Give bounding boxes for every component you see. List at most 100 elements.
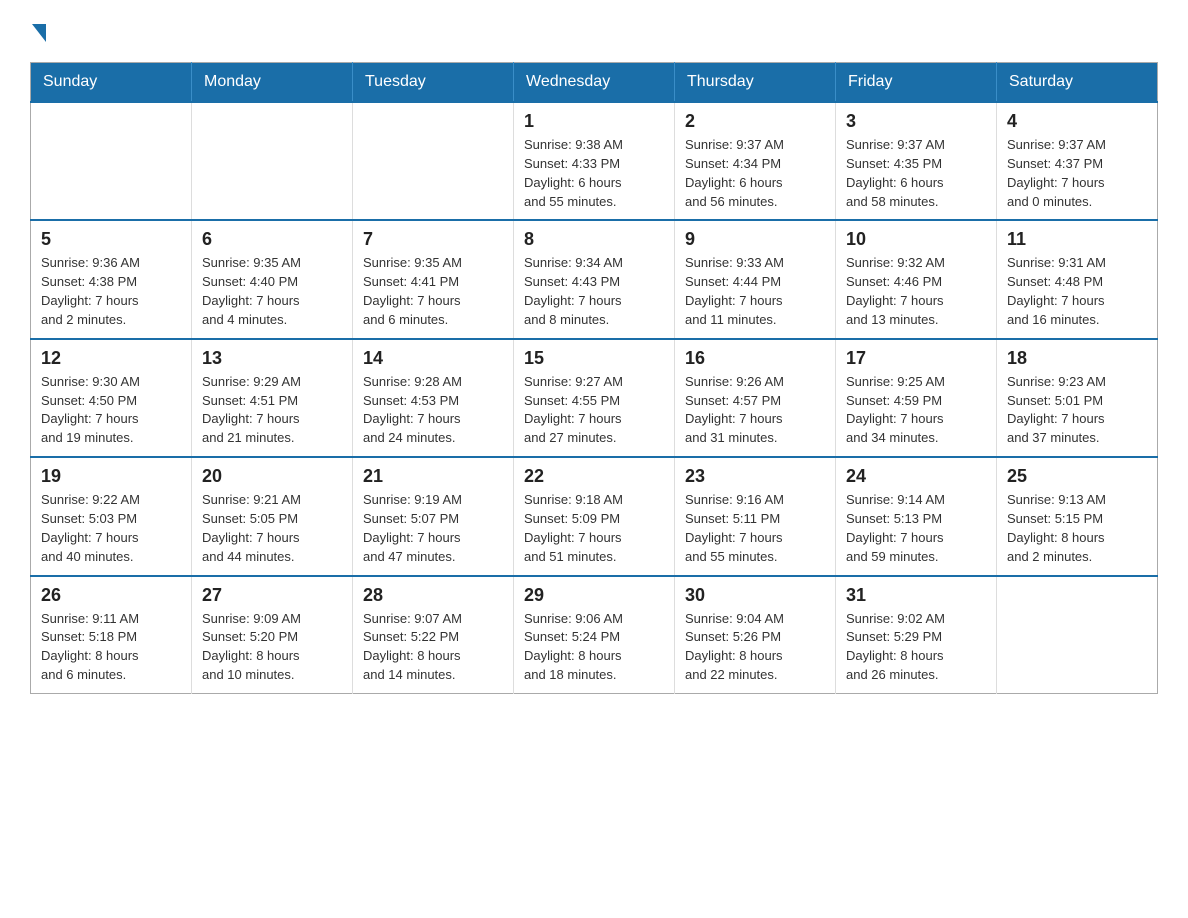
day-info: Sunrise: 9:33 AMSunset: 4:44 PMDaylight:… — [685, 254, 825, 329]
weekday-header-row: SundayMondayTuesdayWednesdayThursdayFrid… — [31, 63, 1158, 103]
day-info: Sunrise: 9:28 AMSunset: 4:53 PMDaylight:… — [363, 373, 503, 448]
calendar-day-25: 25 Sunrise: 9:13 AMSunset: 5:15 PMDayligh… — [997, 457, 1158, 575]
calendar-day-6: 6 Sunrise: 9:35 AMSunset: 4:40 PMDaylight… — [192, 220, 353, 338]
calendar-day-8: 8Sunrise: 9:34 AMSunset: 4:43 PMDaylight… — [514, 220, 675, 338]
day-info: Sunrise: 9:02 AMSunset: 5:29 PMDaylight:… — [846, 610, 986, 685]
weekday-header-sunday: Sunday — [31, 63, 192, 103]
day-info: Sunrise: 9:13 AMSunset: 5:15 PMDaylight:… — [1007, 491, 1147, 566]
day-info: Sunrise: 9:31 AMSunset: 4:48 PMDaylight:… — [1007, 254, 1147, 329]
calendar-day-30: 30 Sunrise: 9:04 AMSunset: 5:26 PMDayligh… — [675, 576, 836, 694]
calendar-day-28: 28 Sunrise: 9:07 AMSunset: 5:22 PMDayligh… — [353, 576, 514, 694]
calendar-day-20: 20 Sunrise: 9:21 AMSunset: 5:05 PMDayligh… — [192, 457, 353, 575]
day-number: 2 — [685, 111, 825, 132]
calendar-empty-cell — [192, 102, 353, 220]
weekday-header-monday: Monday — [192, 63, 353, 103]
calendar-day-9: 9 Sunrise: 9:33 AMSunset: 4:44 PMDaylight… — [675, 220, 836, 338]
calendar-day-19: 19Sunrise: 9:22 AMSunset: 5:03 PMDayligh… — [31, 457, 192, 575]
calendar-empty-cell — [31, 102, 192, 220]
calendar-week-row: 12 Sunrise: 9:30 AMSunset: 4:50 PMDayligh… — [31, 339, 1158, 457]
day-info: Sunrise: 9:38 AMSunset: 4:33 PMDaylight:… — [524, 136, 664, 211]
calendar-day-3: 3 Sunrise: 9:37 AMSunset: 4:35 PMDaylight… — [836, 102, 997, 220]
day-number: 16 — [685, 348, 825, 369]
day-info: Sunrise: 9:35 AMSunset: 4:40 PMDaylight:… — [202, 254, 342, 329]
calendar-week-row: 19Sunrise: 9:22 AMSunset: 5:03 PMDayligh… — [31, 457, 1158, 575]
day-number: 6 — [202, 229, 342, 250]
day-info: Sunrise: 9:37 AMSunset: 4:34 PMDaylight:… — [685, 136, 825, 211]
day-number: 4 — [1007, 111, 1147, 132]
day-info: Sunrise: 9:23 AMSunset: 5:01 PMDaylight:… — [1007, 373, 1147, 448]
calendar-day-12: 12 Sunrise: 9:30 AMSunset: 4:50 PMDayligh… — [31, 339, 192, 457]
day-info: Sunrise: 9:04 AMSunset: 5:26 PMDaylight:… — [685, 610, 825, 685]
calendar-day-17: 17Sunrise: 9:25 AMSunset: 4:59 PMDayligh… — [836, 339, 997, 457]
day-info: Sunrise: 9:14 AMSunset: 5:13 PMDaylight:… — [846, 491, 986, 566]
day-info: Sunrise: 9:09 AMSunset: 5:20 PMDaylight:… — [202, 610, 342, 685]
day-info: Sunrise: 9:26 AMSunset: 4:57 PMDaylight:… — [685, 373, 825, 448]
page-header — [30, 20, 1158, 42]
day-number: 30 — [685, 585, 825, 606]
day-number: 8 — [524, 229, 664, 250]
calendar-day-7: 7Sunrise: 9:35 AMSunset: 4:41 PMDaylight… — [353, 220, 514, 338]
calendar-day-5: 5 Sunrise: 9:36 AMSunset: 4:38 PMDaylight… — [31, 220, 192, 338]
calendar-day-1: 1Sunrise: 9:38 AMSunset: 4:33 PMDaylight… — [514, 102, 675, 220]
calendar-empty-cell — [997, 576, 1158, 694]
calendar-day-23: 23 Sunrise: 9:16 AMSunset: 5:11 PMDayligh… — [675, 457, 836, 575]
calendar-day-22: 22Sunrise: 9:18 AMSunset: 5:09 PMDayligh… — [514, 457, 675, 575]
day-number: 9 — [685, 229, 825, 250]
calendar-day-15: 15 Sunrise: 9:27 AMSunset: 4:55 PMDayligh… — [514, 339, 675, 457]
day-number: 12 — [41, 348, 181, 369]
weekday-header-tuesday: Tuesday — [353, 63, 514, 103]
day-number: 20 — [202, 466, 342, 487]
day-info: Sunrise: 9:37 AMSunset: 4:35 PMDaylight:… — [846, 136, 986, 211]
day-info: Sunrise: 9:22 AMSunset: 5:03 PMDaylight:… — [41, 491, 181, 566]
day-number: 3 — [846, 111, 986, 132]
day-number: 26 — [41, 585, 181, 606]
day-number: 22 — [524, 466, 664, 487]
logo — [30, 20, 46, 42]
day-number: 5 — [41, 229, 181, 250]
day-number: 15 — [524, 348, 664, 369]
day-number: 29 — [524, 585, 664, 606]
day-info: Sunrise: 9:36 AMSunset: 4:38 PMDaylight:… — [41, 254, 181, 329]
calendar-day-31: 31 Sunrise: 9:02 AMSunset: 5:29 PMDayligh… — [836, 576, 997, 694]
calendar-table: SundayMondayTuesdayWednesdayThursdayFrid… — [30, 62, 1158, 694]
day-number: 25 — [1007, 466, 1147, 487]
day-info: Sunrise: 9:11 AMSunset: 5:18 PMDaylight:… — [41, 610, 181, 685]
day-info: Sunrise: 9:29 AMSunset: 4:51 PMDaylight:… — [202, 373, 342, 448]
calendar-day-14: 14 Sunrise: 9:28 AMSunset: 4:53 PMDayligh… — [353, 339, 514, 457]
calendar-day-24: 24 Sunrise: 9:14 AMSunset: 5:13 PMDayligh… — [836, 457, 997, 575]
calendar-week-row: 5 Sunrise: 9:36 AMSunset: 4:38 PMDaylight… — [31, 220, 1158, 338]
calendar-day-26: 26 Sunrise: 9:11 AMSunset: 5:18 PMDayligh… — [31, 576, 192, 694]
day-number: 18 — [1007, 348, 1147, 369]
day-info: Sunrise: 9:30 AMSunset: 4:50 PMDaylight:… — [41, 373, 181, 448]
calendar-day-18: 18 Sunrise: 9:23 AMSunset: 5:01 PMDayligh… — [997, 339, 1158, 457]
day-number: 10 — [846, 229, 986, 250]
day-number: 31 — [846, 585, 986, 606]
calendar-empty-cell — [353, 102, 514, 220]
weekday-header-friday: Friday — [836, 63, 997, 103]
day-info: Sunrise: 9:32 AMSunset: 4:46 PMDaylight:… — [846, 254, 986, 329]
calendar-day-13: 13 Sunrise: 9:29 AMSunset: 4:51 PMDayligh… — [192, 339, 353, 457]
calendar-day-11: 11Sunrise: 9:31 AMSunset: 4:48 PMDayligh… — [997, 220, 1158, 338]
calendar-day-29: 29Sunrise: 9:06 AMSunset: 5:24 PMDayligh… — [514, 576, 675, 694]
weekday-header-thursday: Thursday — [675, 63, 836, 103]
day-number: 14 — [363, 348, 503, 369]
day-info: Sunrise: 9:35 AMSunset: 4:41 PMDaylight:… — [363, 254, 503, 329]
calendar-day-4: 4 Sunrise: 9:37 AMSunset: 4:37 PMDaylight… — [997, 102, 1158, 220]
calendar-day-2: 2 Sunrise: 9:37 AMSunset: 4:34 PMDaylight… — [675, 102, 836, 220]
day-number: 28 — [363, 585, 503, 606]
day-number: 23 — [685, 466, 825, 487]
day-info: Sunrise: 9:25 AMSunset: 4:59 PMDaylight:… — [846, 373, 986, 448]
day-number: 13 — [202, 348, 342, 369]
weekday-header-saturday: Saturday — [997, 63, 1158, 103]
weekday-header-wednesday: Wednesday — [514, 63, 675, 103]
calendar-day-10: 10 Sunrise: 9:32 AMSunset: 4:46 PMDayligh… — [836, 220, 997, 338]
logo-arrow-icon — [32, 24, 46, 42]
day-info: Sunrise: 9:16 AMSunset: 5:11 PMDaylight:… — [685, 491, 825, 566]
day-info: Sunrise: 9:21 AMSunset: 5:05 PMDaylight:… — [202, 491, 342, 566]
day-info: Sunrise: 9:07 AMSunset: 5:22 PMDaylight:… — [363, 610, 503, 685]
day-info: Sunrise: 9:27 AMSunset: 4:55 PMDaylight:… — [524, 373, 664, 448]
day-info: Sunrise: 9:19 AMSunset: 5:07 PMDaylight:… — [363, 491, 503, 566]
day-number: 24 — [846, 466, 986, 487]
day-info: Sunrise: 9:37 AMSunset: 4:37 PMDaylight:… — [1007, 136, 1147, 211]
calendar-week-row: 26 Sunrise: 9:11 AMSunset: 5:18 PMDayligh… — [31, 576, 1158, 694]
